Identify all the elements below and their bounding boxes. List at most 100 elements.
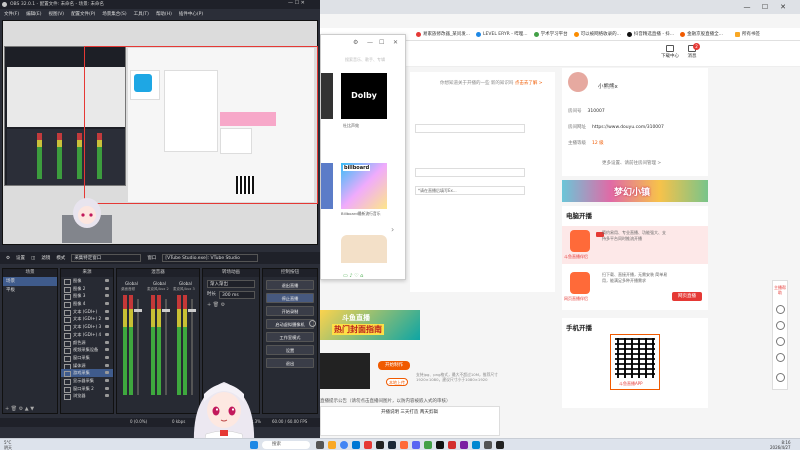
feedback-icon[interactable] <box>776 305 785 314</box>
chat-icon[interactable] <box>776 353 785 362</box>
eye-icon[interactable] <box>105 394 109 398</box>
mode-select[interactable]: 采集特定窗口 <box>71 254 142 262</box>
transition-actions[interactable]: + 🗑 ⚙ <box>207 302 255 308</box>
source-item[interactable]: 文本 (GDI+) 2 <box>61 315 113 324</box>
eye-icon[interactable] <box>105 355 109 359</box>
headset-icon[interactable] <box>776 337 785 346</box>
transition-select[interactable]: 渐入渐出 <box>207 280 255 288</box>
window-select[interactable]: [VTube Studio.exe]: VTube Studio <box>162 254 259 262</box>
source-item[interactable]: 视频采集设备 <box>61 346 113 354</box>
app-icon[interactable] <box>472 441 480 449</box>
eye-icon[interactable] <box>105 378 109 382</box>
eye-icon[interactable] <box>105 317 109 321</box>
source-item[interactable]: 浏览器 <box>61 392 113 400</box>
app-icon[interactable] <box>496 441 504 449</box>
source-item[interactable]: 文本 (GDI+) 3 <box>61 323 113 331</box>
maximize-icon[interactable]: ☐ <box>379 39 384 46</box>
source-item[interactable]: 媒体源 <box>61 362 113 370</box>
web-assistant-card[interactable]: 网页直播伴侣 扫下载、直接开播，无需安装 简单易用，能满足多种开播需求 网页直播 <box>562 268 708 306</box>
eye-icon[interactable] <box>105 294 109 298</box>
settings-button[interactable]: 设置 <box>266 345 314 355</box>
bookmark[interactable]: 学术学习平台 <box>533 31 568 37</box>
fader-knob[interactable] <box>188 309 196 312</box>
source-item[interactable]: 颜色源 <box>61 339 113 347</box>
app-icon[interactable] <box>412 441 420 449</box>
task-view-icon[interactable] <box>316 441 324 449</box>
maximize-icon[interactable]: ☐ <box>758 2 772 12</box>
source-item[interactable]: 图像 <box>61 277 113 285</box>
cover-guide-promo[interactable]: 斗鱼直播 热门封面指南 <box>320 310 420 340</box>
steam-icon[interactable] <box>388 441 396 449</box>
bookmark[interactable]: 易家族修改器_某问发... <box>416 31 470 37</box>
eye-icon[interactable] <box>105 340 109 344</box>
studio-mode-button[interactable]: 工作室模式 <box>266 332 314 342</box>
album-cover[interactable] <box>321 73 333 119</box>
menu-file[interactable]: 文件(F) <box>4 11 19 17</box>
form-field-note[interactable]: *请在直播后填写Ex... <box>415 186 525 195</box>
menu-profile[interactable]: 配置文件(P) <box>71 11 95 17</box>
web-live-button[interactable]: 网页直播 <box>672 292 702 301</box>
stop-streaming-button[interactable]: 停止直播 <box>266 293 314 303</box>
close-icon[interactable]: ✕ <box>776 2 790 12</box>
download-center-button[interactable]: 下载中心 <box>658 45 682 59</box>
volume-fader[interactable] <box>165 299 167 395</box>
app-icon[interactable] <box>424 441 432 449</box>
eye-icon[interactable] <box>105 348 109 352</box>
menu-view[interactable]: 视图(V) <box>48 11 64 17</box>
clock[interactable]: 8:16 2026/4/27 <box>770 440 791 450</box>
source-item[interactable]: 显示器采集 <box>61 377 113 385</box>
local-upload-button[interactable]: 本地上传 <box>386 378 408 386</box>
scene-actions[interactable]: + 🗑 ⚙ ▲ ▼ <box>5 406 34 412</box>
source-item[interactable]: 窗口采集 2 <box>61 385 113 393</box>
bookmark[interactable]: 抖音精选直播 - 抖... <box>626 31 674 37</box>
app-icon[interactable] <box>484 441 492 449</box>
source-item[interactable]: 图像 2 <box>61 285 113 293</box>
avatar[interactable] <box>568 72 588 92</box>
menu-scene-collection[interactable]: 场景集合(S) <box>102 11 126 17</box>
eye-icon[interactable] <box>105 363 109 367</box>
eye-icon[interactable] <box>105 309 109 313</box>
fader-knob[interactable] <box>162 309 170 312</box>
weather-widget[interactable]: 5°C 阴天 <box>4 440 12 450</box>
chevron-right-icon[interactable]: › <box>391 225 394 234</box>
bookmark[interactable]: 可以被网络收录的... <box>573 31 621 37</box>
gear-icon[interactable]: ⚙ <box>6 256 10 261</box>
duration-input[interactable]: 300 ms <box>219 291 255 299</box>
fader-knob[interactable] <box>134 309 142 312</box>
menu-plugins[interactable]: 插件中心(P) <box>179 11 203 17</box>
chrome-icon[interactable] <box>340 441 348 449</box>
vtube-studio-icon[interactable] <box>460 441 468 449</box>
source-item[interactable]: 图像 4 <box>61 300 113 308</box>
close-icon[interactable]: ✕ <box>393 39 398 46</box>
eye-icon[interactable] <box>105 279 109 282</box>
taskbar-search[interactable]: 搜索 <box>262 441 310 449</box>
source-item[interactable]: 文本 (GDI+) <box>61 308 113 316</box>
room-manage-link[interactable]: 更多设置、请前往房间管理 > <box>602 160 661 166</box>
start-create-button[interactable]: 开始制作 <box>378 361 410 370</box>
start-recording-button[interactable]: 开始录制 <box>266 306 314 316</box>
vtuber-avatar-small[interactable] <box>62 195 112 243</box>
eye-icon[interactable] <box>105 325 109 329</box>
source-item[interactable]: 图像 3 <box>61 292 113 301</box>
minimize-icon[interactable]: — <box>740 2 754 12</box>
tip-link[interactable]: 点击去了解 > <box>515 81 543 86</box>
edge-icon[interactable] <box>352 441 360 449</box>
settings-button[interactable]: 设置 <box>16 255 25 261</box>
virtual-camera-gear-icon[interactable] <box>309 320 316 327</box>
back-to-top-icon[interactable] <box>776 373 785 382</box>
scene-item[interactable]: 平板 <box>3 286 57 295</box>
scene-item[interactable]: 场景 <box>3 277 57 286</box>
app-icon[interactable] <box>364 441 372 449</box>
obs-taskbar-icon[interactable] <box>376 441 384 449</box>
source-bounding-box[interactable] <box>84 46 318 204</box>
minimize-icon[interactable]: — <box>367 39 373 46</box>
eye-icon[interactable] <box>105 386 109 390</box>
source-item[interactable]: 窗口采集 <box>61 354 113 362</box>
live-assistant-card[interactable]: 斗鱼直播伴侣 简约易用、专业直播、功能强大、支持多平台同时推流开播 <box>562 226 708 264</box>
bookmark[interactable]: LEVEL ERYR - 哔哩... <box>476 31 528 37</box>
menu-tools[interactable]: 工具(T) <box>134 11 149 17</box>
eye-icon[interactable] <box>105 286 109 290</box>
form-field[interactable] <box>415 168 525 177</box>
file-explorer-icon[interactable] <box>328 441 336 449</box>
douyu-icon[interactable] <box>400 441 408 449</box>
